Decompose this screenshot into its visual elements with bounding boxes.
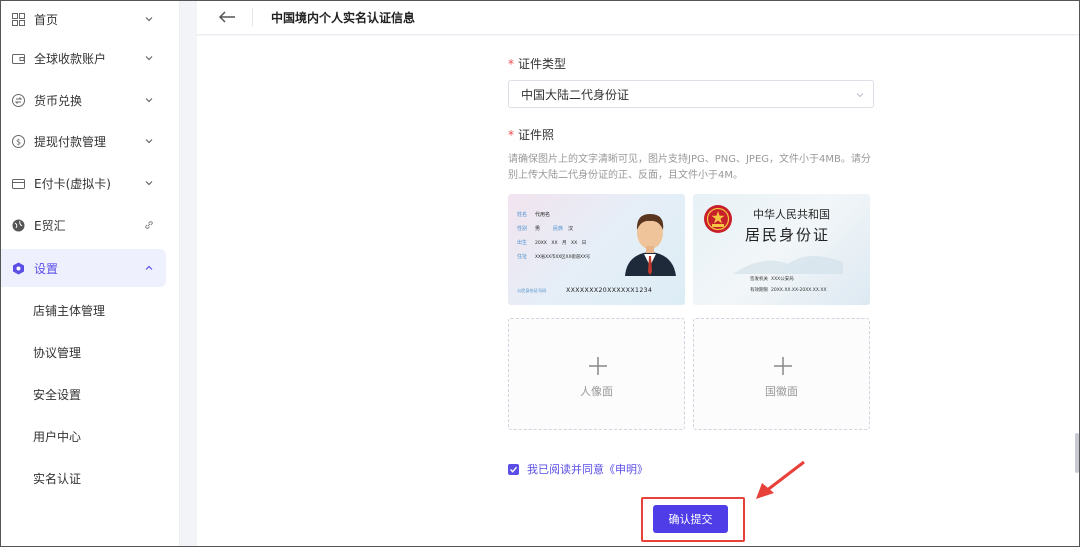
sidebar-sub-user-center[interactable]: 用户中心 <box>33 428 81 445</box>
sidebar: 首页 全球收款账户 货币兑换 $ 提现付款管理 E付卡(虚拟卡) E贸汇 设置 … <box>0 0 180 547</box>
id-type-value: 中国大陆二代身份证 <box>521 87 630 102</box>
ethnic-key: 民族 <box>553 225 563 232</box>
country-name: 中华人民共和国 <box>753 207 830 221</box>
sidebar-item-global-account[interactable]: 全球收款账户 <box>0 39 166 77</box>
sidebar-item-label: 提现付款管理 <box>34 134 107 149</box>
sidebar-item-virtual-card[interactable]: E付卡(虚拟卡) <box>0 164 166 202</box>
issuer-value: XXX公安局 <box>771 275 794 282</box>
settings-gear-icon <box>12 262 25 275</box>
chevron-down-icon <box>145 181 153 186</box>
globe-icon <box>12 219 25 232</box>
agreement-row: 我已阅读并同意《申明》 <box>508 461 648 477</box>
ethnic-value: 汉 <box>568 225 573 232</box>
dollar-circle-icon: $ <box>12 134 25 148</box>
sidebar-sub-store-entity[interactable]: 店铺主体管理 <box>33 302 105 319</box>
sidebar-sub-agreement[interactable]: 协议管理 <box>33 344 81 361</box>
upload-back-button[interactable]: 国徽面 <box>693 318 870 430</box>
upload-front-button[interactable]: 人像面 <box>508 318 685 430</box>
card-title: 居民身份证 <box>745 226 830 244</box>
scrollbar[interactable] <box>1075 433 1079 473</box>
link-icon <box>145 221 153 229</box>
avatar <box>625 214 676 276</box>
grid-icon <box>12 12 25 26</box>
check-icon <box>510 466 518 473</box>
sidebar-item-label: 全球收款账户 <box>34 51 107 66</box>
name-key: 姓名 <box>517 211 527 218</box>
id-back-illustration: 中华人民共和国 居民身份证 签发机关 XXX公安局 有效期限 20XX.XX.X… <box>704 205 843 293</box>
addr-key: 住址 <box>517 253 527 260</box>
id-sample-back: 中华人民共和国 居民身份证 签发机关 XXX公安局 有效期限 20XX.XX.X… <box>693 194 870 305</box>
sidebar-item-label: E贸汇 <box>34 218 66 233</box>
header-divider <box>252 8 253 26</box>
valid-value: 20XX.XX.XX-20XX.XX.XX <box>771 287 827 293</box>
id-number-key: 公民身份证号码 <box>517 287 546 294</box>
id-front-illustration: 姓名 性别 民族 出生 住址 公民身份证号码 代用名 男 汉 20XX XX 月… <box>517 211 676 294</box>
sidebar-item-label: 货币兑换 <box>34 93 83 108</box>
gender-key: 性别 <box>517 225 527 232</box>
gender-value: 男 <box>535 226 540 232</box>
id-number-value: XXXXXXX20XXXXXX1234 <box>566 287 652 294</box>
name-value: 代用名 <box>535 211 550 218</box>
sidebar-item-withdraw-payment[interactable]: $ 提现付款管理 <box>0 122 166 160</box>
exchange-icon <box>12 93 25 107</box>
required-mark: * <box>508 128 514 142</box>
birth-key: 出生 <box>517 239 527 246</box>
sidebar-sub-real-name[interactable]: 实名认证 <box>33 470 81 487</box>
wallet-icon <box>12 52 25 65</box>
sidebar-item-etrade[interactable]: E贸汇 <box>0 206 166 244</box>
annotation-arrow-icon <box>756 460 805 499</box>
plus-icon <box>589 357 607 375</box>
chevron-down-icon <box>145 98 153 103</box>
addr-value: XX省XX市XX区XX街道XX号 <box>535 253 590 260</box>
valid-key: 有效期限 <box>750 286 768 293</box>
id-type-select[interactable]: 中国大陆二代身份证 <box>508 80 874 108</box>
id-sample-front: 姓名 性别 民族 出生 住址 公民身份证号码 代用名 男 汉 20XX XX 月… <box>508 194 685 305</box>
upload-front-label: 人像面 <box>580 385 613 398</box>
chevron-down-icon <box>145 139 153 144</box>
id-photo-label: * 证件照 <box>508 128 555 142</box>
sidebar-item-settings[interactable]: 设置 <box>0 249 166 287</box>
required-mark: * <box>508 57 514 71</box>
agreement-link[interactable]: 我已阅读并同意《申明》 <box>527 461 648 477</box>
agree-checkbox[interactable] <box>508 463 519 475</box>
national-emblem <box>704 205 732 233</box>
chevron-up-icon <box>145 265 153 270</box>
page-header: 中国境内个人实名认证信息 <box>197 0 1080 35</box>
page-title: 中国境内个人实名认证信息 <box>271 10 416 25</box>
submit-button[interactable]: 确认提交 <box>653 505 728 533</box>
upload-hint: 请确保图片上的文字清晰可见，图片支持JPG、PNG、JPEG，文件小于4MB。请… <box>508 154 871 181</box>
chevron-down-icon <box>856 93 864 98</box>
sidebar-sub-security[interactable]: 安全设置 <box>33 386 81 403</box>
svg-text:$: $ <box>16 137 21 146</box>
chevron-down-icon <box>145 56 153 61</box>
upload-back-label: 国徽面 <box>765 385 798 398</box>
birth-value: 20XX XX 月 XX 日 <box>535 240 586 246</box>
sidebar-item-label: E付卡(虚拟卡) <box>34 176 111 191</box>
sidebar-item-label: 首页 <box>34 12 59 27</box>
id-type-label: * 证件类型 <box>508 57 567 71</box>
back-arrow-icon[interactable] <box>217 10 237 24</box>
sidebar-item-currency-exchange[interactable]: 货币兑换 <box>0 81 166 119</box>
issuer-key: 签发机关 <box>750 275 768 282</box>
sidebar-item-home[interactable]: 首页 <box>0 0 166 38</box>
plus-icon <box>774 357 792 375</box>
sidebar-item-label: 设置 <box>34 261 59 276</box>
chevron-down-icon <box>145 17 153 22</box>
card-icon <box>12 177 25 190</box>
